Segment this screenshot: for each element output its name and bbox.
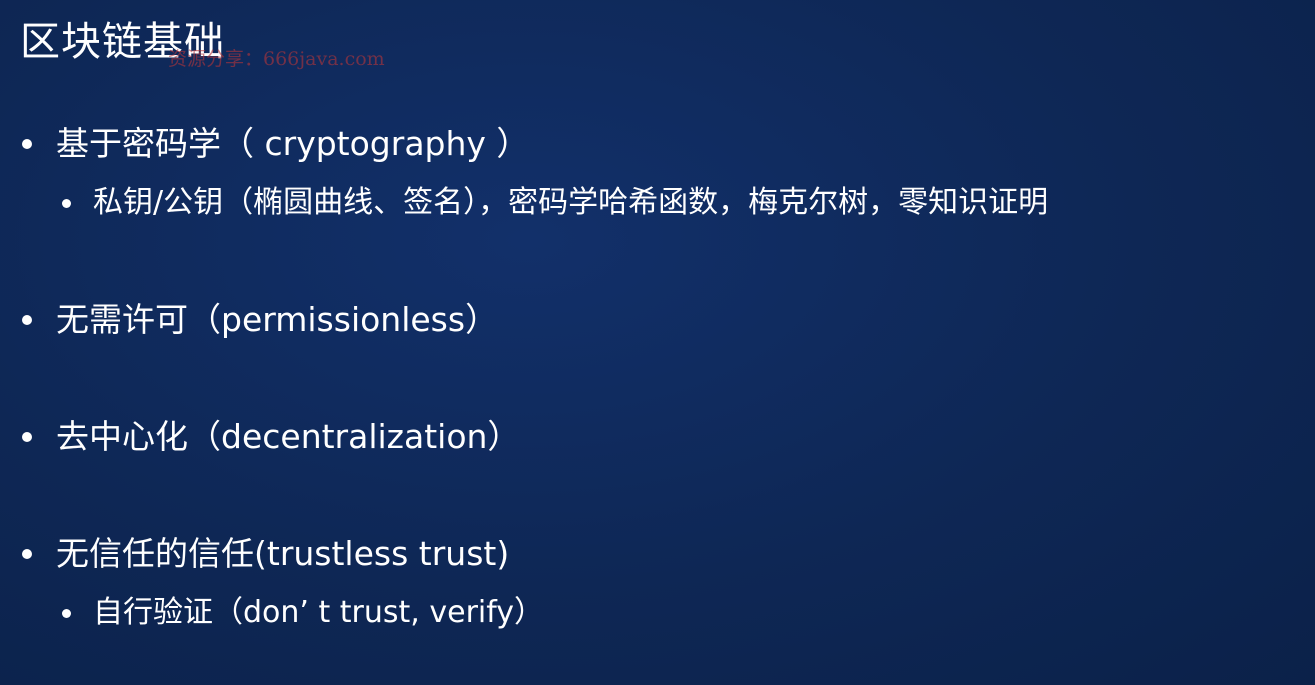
bullet-item-cryptography: 基于密码学（ cryptography ） <box>22 121 529 167</box>
bullet-dot-icon <box>22 139 32 149</box>
sub-bullet-item-verify: 自行验证（don’ t trust, verify） <box>62 591 544 635</box>
watermark: 资源分享：666java.com <box>168 48 385 70</box>
bullet-text: 去中心化（decentralization） <box>56 417 521 456</box>
bullet-text: 基于密码学（ cryptography ） <box>56 124 530 163</box>
bullet-text: 无信任的信任(trustless trust) <box>56 534 510 573</box>
bullet-dot-icon <box>62 198 71 208</box>
bullet-item-trustless-trust: 无信任的信任(trustless trust) <box>22 531 509 577</box>
sub-bullet-text: 私钥/公钥（椭圆曲线、签名），密码学哈希函数，梅克尔树，零知识证明 <box>93 185 1049 220</box>
bullet-dot-icon <box>22 549 32 559</box>
bullet-dot-icon <box>22 315 32 325</box>
bullet-text: 无需许可（permissionless） <box>56 300 499 339</box>
bullet-item-decentralization: 去中心化（decentralization） <box>22 414 520 460</box>
sub-bullet-text: 自行验证（don’ t trust, verify） <box>93 595 545 630</box>
bullet-item-permissionless: 无需许可（permissionless） <box>22 297 498 343</box>
bullet-dot-icon <box>22 432 32 442</box>
bullet-dot-icon <box>62 608 71 618</box>
slide: 区块链基础 资源分享：666java.com 基于密码学（ cryptograp… <box>0 0 1315 685</box>
sub-bullet-item-keys: 私钥/公钥（椭圆曲线、签名），密码学哈希函数，梅克尔树，零知识证明 <box>62 181 1048 225</box>
